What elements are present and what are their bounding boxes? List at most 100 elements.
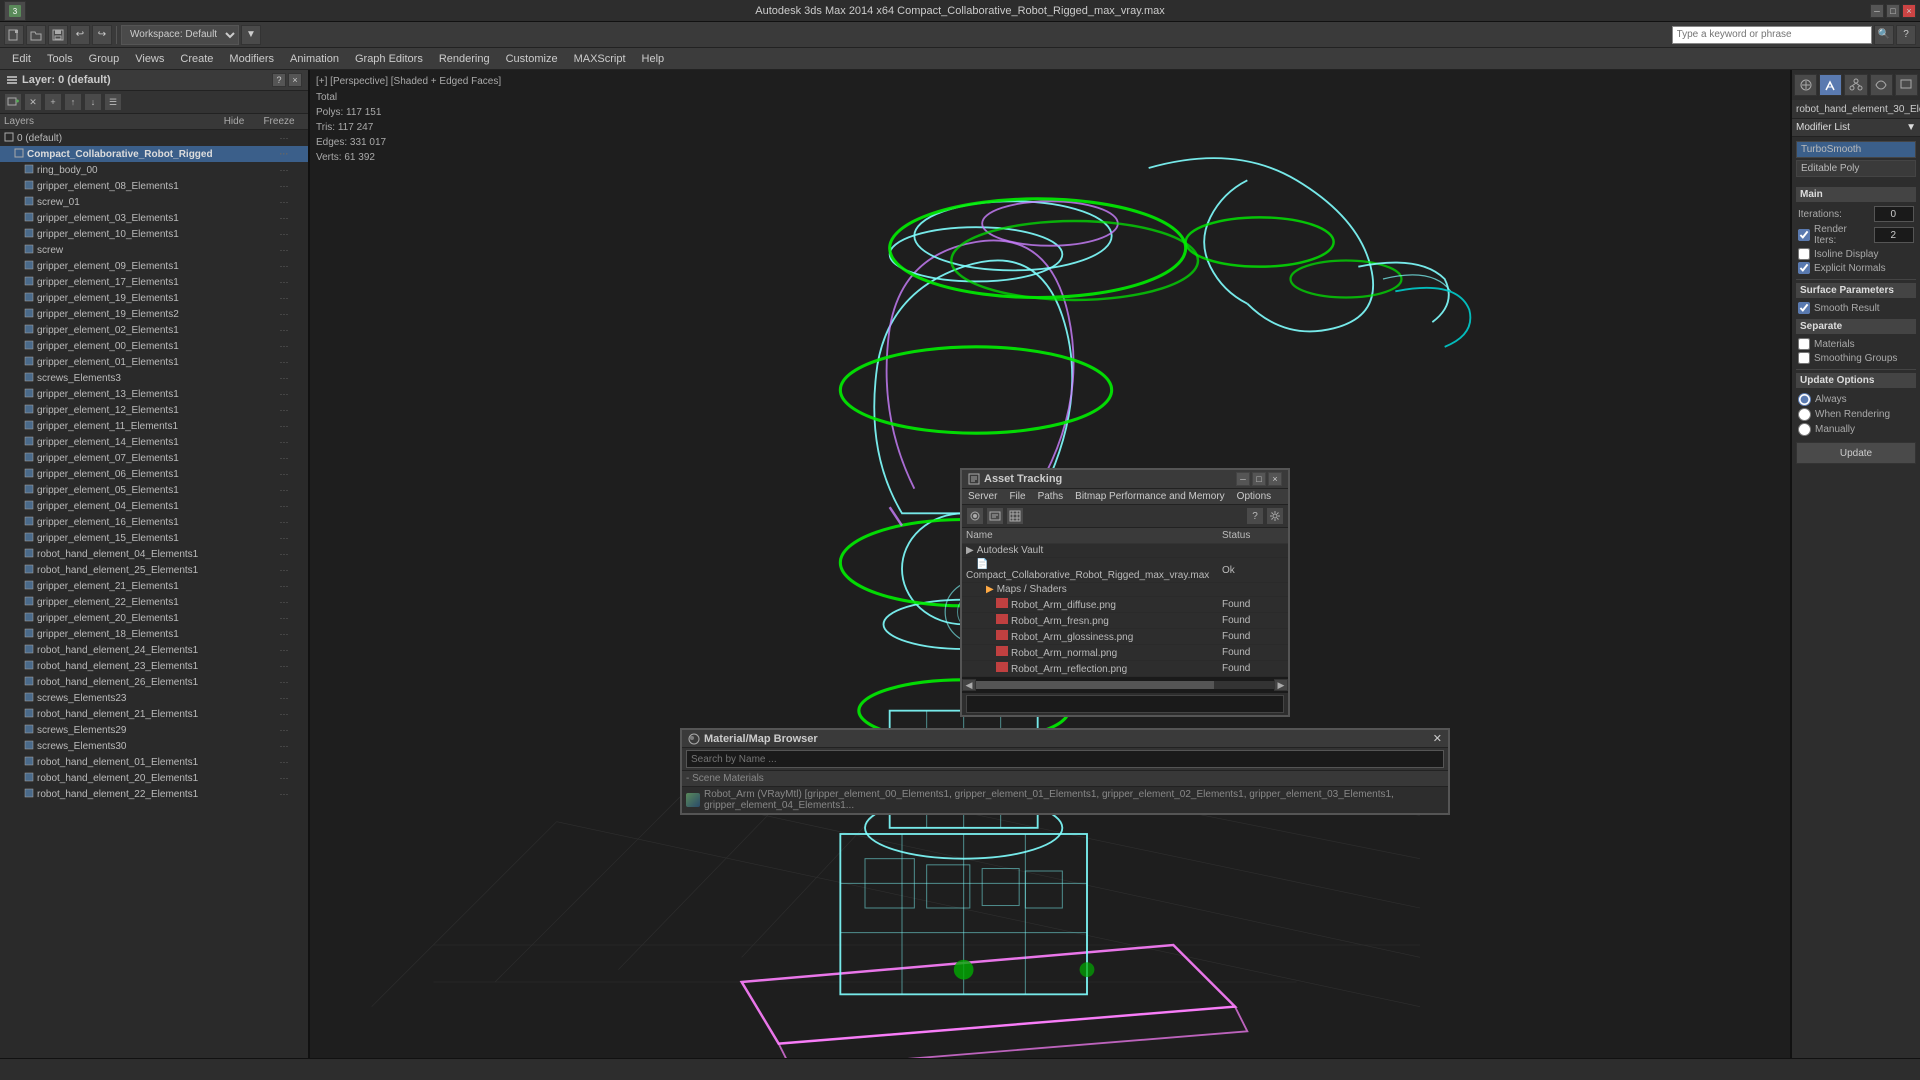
layer-up-button[interactable]: ↑: [64, 93, 82, 111]
update-button[interactable]: Update: [1796, 442, 1916, 464]
asset-minimize-button[interactable]: [1236, 472, 1250, 486]
layers-list[interactable]: 0 (default)···Compact_Collaborative_Robo…: [0, 130, 308, 1080]
layer-row[interactable]: screws_Elements29···: [0, 722, 308, 738]
asset-table-row[interactable]: Robot_Arm_diffuse.pngFound: [962, 597, 1288, 613]
menu-group[interactable]: Group: [81, 51, 128, 67]
menu-tools[interactable]: Tools: [39, 51, 81, 67]
layer-row[interactable]: robot_hand_element_23_Elements1···: [0, 658, 308, 674]
layer-row[interactable]: gripper_element_15_Elements1···: [0, 530, 308, 546]
menu-rendering[interactable]: Rendering: [431, 51, 498, 67]
layer-row[interactable]: Compact_Collaborative_Robot_Rigged···: [0, 146, 308, 162]
layer-row[interactable]: robot_hand_element_20_Elements1···: [0, 770, 308, 786]
motion-icon[interactable]: [1870, 74, 1893, 96]
explicit-normals-checkbox[interactable]: [1798, 262, 1810, 274]
new-button[interactable]: [4, 25, 24, 45]
modifier-editable-poly[interactable]: Editable Poly: [1796, 160, 1916, 177]
asset-table-row[interactable]: Robot_Arm_normal.pngFound: [962, 645, 1288, 661]
menu-views[interactable]: Views: [127, 51, 172, 67]
asset-close-button[interactable]: [1268, 472, 1282, 486]
search-input[interactable]: [1672, 26, 1872, 44]
always-radio[interactable]: [1798, 393, 1811, 406]
layer-row[interactable]: gripper_element_13_Elements1···: [0, 386, 308, 402]
layer-select-button[interactable]: ☰: [104, 93, 122, 111]
layer-row[interactable]: gripper_element_19_Elements2···: [0, 306, 308, 322]
material-search-input[interactable]: [686, 750, 1444, 768]
asset-menu-server[interactable]: Server: [962, 489, 1003, 504]
layer-delete-button[interactable]: ✕: [24, 93, 42, 111]
asset-btn-1[interactable]: [966, 507, 984, 525]
undo-button[interactable]: ↩: [70, 25, 90, 45]
layer-row[interactable]: screws_Elements23···: [0, 690, 308, 706]
layer-row[interactable]: gripper_element_20_Elements1···: [0, 610, 308, 626]
asset-menu-file[interactable]: File: [1003, 489, 1031, 504]
asset-table-row[interactable]: Robot_Arm_glossiness.pngFound: [962, 629, 1288, 645]
layer-row[interactable]: gripper_element_22_Elements1···: [0, 594, 308, 610]
search-button[interactable]: 🔍: [1874, 25, 1894, 45]
layer-row[interactable]: robot_hand_element_24_Elements1···: [0, 642, 308, 658]
layer-row[interactable]: gripper_element_10_Elements1···: [0, 226, 308, 242]
layer-row[interactable]: robot_hand_element_01_Elements1···: [0, 754, 308, 770]
layer-row[interactable]: robot_hand_element_21_Elements1···: [0, 706, 308, 722]
close-button[interactable]: [1902, 4, 1916, 18]
layer-row[interactable]: ring_body_00···: [0, 162, 308, 178]
layer-row[interactable]: screws_Elements30···: [0, 738, 308, 754]
layer-row[interactable]: gripper_element_21_Elements1···: [0, 578, 308, 594]
iterations-input[interactable]: [1874, 206, 1914, 222]
asset-table-row[interactable]: ▶Maps / Shaders: [962, 583, 1288, 597]
help-button[interactable]: ?: [1896, 25, 1916, 45]
workspace-dropdown[interactable]: Workspace: Default: [121, 25, 239, 45]
layer-row[interactable]: 0 (default)···: [0, 130, 308, 146]
asset-settings-btn[interactable]: [1266, 507, 1284, 525]
render-iters-input[interactable]: [1874, 227, 1914, 243]
layer-row[interactable]: screw···: [0, 242, 308, 258]
layer-row[interactable]: gripper_element_16_Elements1···: [0, 514, 308, 530]
asset-help-btn[interactable]: ?: [1246, 507, 1264, 525]
layer-new-button[interactable]: +: [44, 93, 62, 111]
layer-row[interactable]: gripper_element_12_Elements1···: [0, 402, 308, 418]
layer-add-button[interactable]: [4, 93, 22, 111]
menu-help[interactable]: Help: [634, 51, 673, 67]
hierarchy-icon[interactable]: [1844, 74, 1867, 96]
asset-name-col-header[interactable]: Name: [962, 528, 1218, 544]
layer-row[interactable]: screws_Elements3···: [0, 370, 308, 386]
modifier-turbosmooth[interactable]: TurboSmooth: [1796, 141, 1916, 158]
layer-row[interactable]: gripper_element_01_Elements1···: [0, 354, 308, 370]
layer-row[interactable]: robot_hand_element_25_Elements1···: [0, 562, 308, 578]
menu-create[interactable]: Create: [172, 51, 221, 67]
save-button[interactable]: [48, 25, 68, 45]
asset-restore-button[interactable]: [1252, 472, 1266, 486]
minimize-button[interactable]: [1870, 4, 1884, 18]
layer-row[interactable]: gripper_element_19_Elements1···: [0, 290, 308, 306]
menu-customize[interactable]: Customize: [498, 51, 566, 67]
menu-graph-editors[interactable]: Graph Editors: [347, 51, 431, 67]
layer-row[interactable]: gripper_element_05_Elements1···: [0, 482, 308, 498]
when-rendering-radio[interactable]: [1798, 408, 1811, 421]
asset-path-input[interactable]: [966, 695, 1284, 713]
manually-radio[interactable]: [1798, 423, 1811, 436]
layers-help-button[interactable]: ?: [272, 73, 286, 87]
asset-scrollbar-track[interactable]: [976, 681, 1274, 689]
layer-row[interactable]: gripper_element_03_Elements1···: [0, 210, 308, 226]
asset-menu-paths[interactable]: Paths: [1032, 489, 1070, 504]
material-item[interactable]: Robot_Arm (VRayMtl) [gripper_element_00_…: [686, 789, 1444, 811]
menu-modifiers[interactable]: Modifiers: [221, 51, 282, 67]
layer-row[interactable]: gripper_element_08_Elements1···: [0, 178, 308, 194]
layer-row[interactable]: gripper_element_00_Elements1···: [0, 338, 308, 354]
layer-row[interactable]: gripper_element_17_Elements1···: [0, 274, 308, 290]
app-icon[interactable]: 3: [4, 1, 26, 21]
layer-row[interactable]: gripper_element_11_Elements1···: [0, 418, 308, 434]
layer-row[interactable]: gripper_element_14_Elements1···: [0, 434, 308, 450]
asset-table-row[interactable]: 📄Compact_Collaborative_Robot_Rigged_max_…: [962, 558, 1288, 583]
layer-row[interactable]: gripper_element_04_Elements1···: [0, 498, 308, 514]
redo-button[interactable]: ↪: [92, 25, 112, 45]
asset-status-col-header[interactable]: Status: [1218, 528, 1288, 544]
layer-row[interactable]: gripper_element_09_Elements1···: [0, 258, 308, 274]
smoothing-groups-checkbox[interactable]: [1798, 352, 1810, 364]
isoline-checkbox[interactable]: [1798, 248, 1810, 260]
materials-checkbox[interactable]: [1798, 338, 1810, 350]
display-icon[interactable]: [1895, 74, 1918, 96]
asset-btn-3[interactable]: [1006, 507, 1024, 525]
layers-close-button[interactable]: [288, 73, 302, 87]
maximize-button[interactable]: [1886, 4, 1900, 18]
asset-table-row[interactable]: Robot_Arm_fresn.pngFound: [962, 613, 1288, 629]
